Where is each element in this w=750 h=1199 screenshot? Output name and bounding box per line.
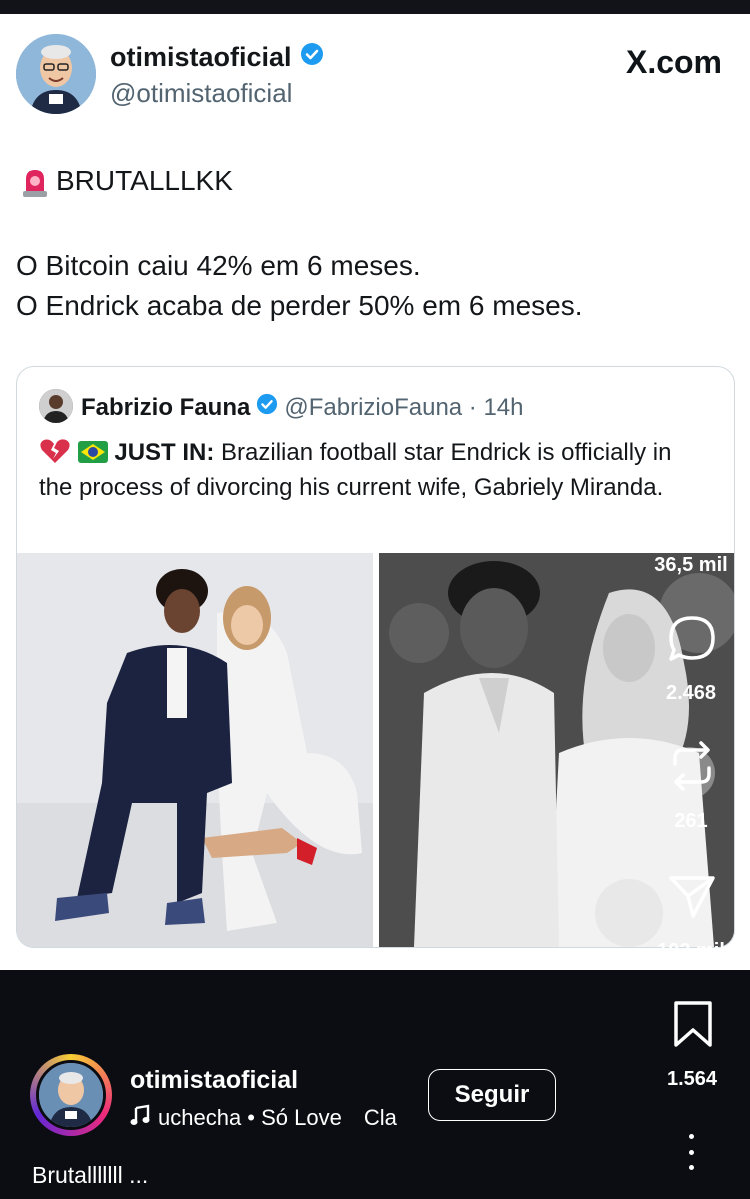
reel-author-username[interactable]: otimistaoficial — [130, 1066, 298, 1095]
like-count: 36,5 mil — [654, 554, 728, 576]
just-in-label: JUST IN: — [114, 439, 215, 466]
brazil-flag-icon — [77, 439, 108, 466]
verified-badge-icon — [256, 393, 278, 422]
tweet-text-line-2: O Endrick acaba de perder 50% em 6 meses… — [16, 290, 583, 321]
repost-icon — [667, 741, 717, 797]
comment-icon — [667, 616, 717, 669]
status-bar — [0, 0, 750, 14]
x-brand-label: X.com — [625, 44, 722, 80]
alarm-light-icon — [20, 165, 50, 202]
tweet-text-line-1: O Bitcoin caiu 42% em 6 meses. — [16, 250, 421, 281]
save-button[interactable] — [672, 1000, 714, 1053]
couple-photo-casual — [17, 553, 373, 947]
tweet-display-name[interactable]: otimistaoficial — [110, 42, 324, 73]
broken-heart-icon — [39, 439, 71, 466]
comment-button[interactable] — [666, 614, 718, 670]
share-count: 102 mil — [657, 940, 725, 962]
quoted-header: Fabrizio Fauna @FabrizioFauna · 14h — [81, 393, 524, 422]
verified-badge-icon — [300, 42, 324, 73]
repost-button[interactable] — [666, 740, 718, 798]
quoted-handle-time: @FabrizioFauna · 14h — [284, 393, 524, 421]
send-icon — [667, 876, 717, 925]
tweet-handle[interactable]: @otimistaoficial — [110, 78, 292, 109]
music-note-icon — [130, 1104, 150, 1132]
quoted-tweet[interactable]: Fabrizio Fauna @FabrizioFauna · 14h JUST… — [16, 366, 735, 948]
quoted-text: JUST IN: Brazilian football star Endrick… — [39, 435, 679, 505]
save-count: 1.564 — [666, 1068, 718, 1090]
tweet-headline: BRUTALLLKK — [56, 165, 233, 196]
like-button[interactable] — [660, 484, 724, 538]
repost-count: 261 — [674, 810, 708, 832]
music-track: uchecha • Só Love — [158, 1105, 342, 1130]
bookmark-icon — [672, 1001, 714, 1052]
share-button[interactable] — [666, 872, 718, 926]
follow-button[interactable]: Seguir — [428, 1069, 556, 1121]
music-track-trailing: Cla — [363, 1105, 397, 1130]
tweet-avatar — [16, 34, 96, 114]
music-info[interactable]: uchecha • Só Love Cla — [130, 1104, 410, 1132]
more-icon[interactable] — [683, 1134, 699, 1170]
heart-icon — [666, 485, 718, 537]
reel-author-avatar[interactable] — [36, 1060, 106, 1130]
quoted-avatar — [39, 389, 73, 423]
quoted-display-name[interactable]: Fabrizio Fauna — [81, 394, 250, 422]
reel-caption[interactable]: Brutalllllll ... — [32, 1162, 148, 1189]
tweet-display-name-text[interactable]: otimistaoficial — [110, 42, 292, 73]
comment-count: 2.468 — [665, 682, 717, 704]
